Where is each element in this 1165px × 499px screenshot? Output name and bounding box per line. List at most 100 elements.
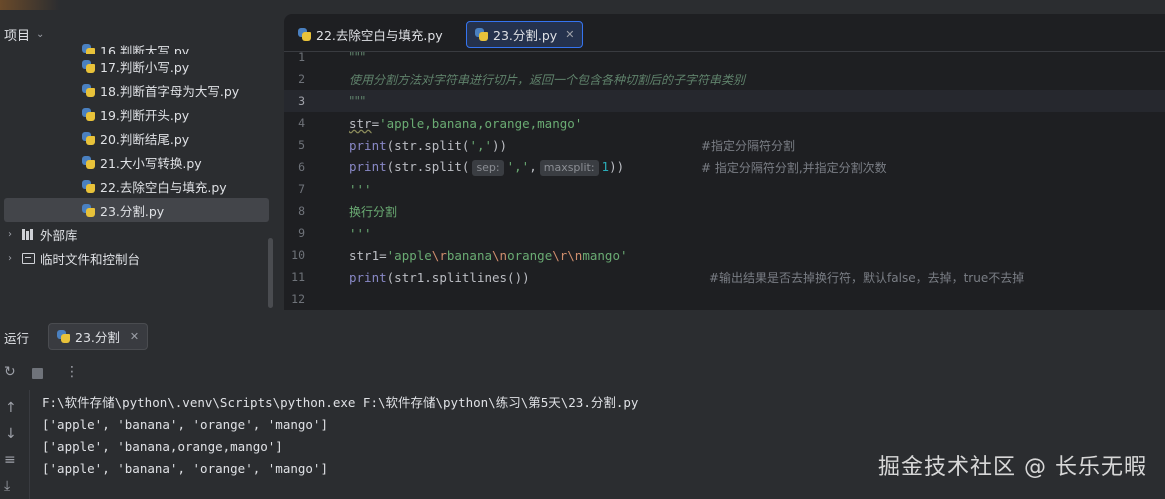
file-label: 20.判断结尾.py: [100, 131, 190, 147]
python-file-icon: [82, 107, 95, 121]
line-number: 1: [298, 52, 305, 64]
code-comment: # 指定分隔符分割,并指定分割次数: [701, 160, 887, 175]
code-text: ''': [349, 225, 372, 241]
line-number: 3: [298, 94, 305, 108]
line-number: 5: [298, 138, 305, 152]
close-icon[interactable]: ✕: [130, 330, 139, 343]
rerun-icon[interactable]: ↻: [4, 364, 16, 380]
library-icon: [22, 228, 35, 240]
code-text: """: [349, 52, 366, 64]
run-config-tab[interactable]: 23.分割 ✕: [48, 323, 149, 350]
soft-wrap-icon[interactable]: ≡: [4, 452, 16, 468]
console-line: F:\软件存储\python\.venv\Scripts\python.exe …: [42, 395, 639, 410]
code-token: )): [492, 137, 508, 153]
run-panel-header: 运行 23.分割 ✕: [0, 318, 1165, 356]
arrow-up-icon[interactable]: ↑: [5, 400, 17, 416]
code-token: str: [349, 115, 372, 131]
console-line: ['apple', 'banana', 'orange', 'mango']: [42, 417, 328, 432]
chevron-down-icon[interactable]: ⌄: [36, 29, 44, 40]
code-token: print: [349, 137, 387, 153]
watermark: 掘金技术社区 @ 长乐无暇: [878, 455, 1147, 480]
code-token: \r: [431, 247, 447, 263]
code-token: (str.split(: [386, 158, 470, 174]
line-number: 6: [298, 160, 305, 174]
tree-file-item[interactable]: 20.判断结尾.py: [0, 126, 278, 150]
code-token: ',': [506, 158, 530, 174]
line-number: 7: [298, 182, 305, 196]
code-text: """: [349, 94, 366, 108]
code-token: \n: [492, 247, 508, 263]
tab-label: 23.分割.py: [493, 28, 558, 43]
code-token: banana: [446, 247, 493, 263]
python-file-icon: [82, 179, 95, 193]
code-token: print: [349, 269, 387, 285]
code-token: (str.split(: [386, 137, 470, 153]
code-text: print(str1.splitlines()): [349, 270, 530, 285]
code-token: =: [379, 247, 387, 263]
chevron-right-icon[interactable]: ›: [8, 229, 22, 240]
project-view-selector[interactable]: 项目 ⌄: [0, 24, 44, 44]
code-line: 9 ''': [284, 222, 1165, 244]
code-line: 10 str1='apple\rbanana\norange\r\nmango': [284, 244, 1165, 266]
code-token: )): [609, 158, 625, 174]
code-text: print(str.split(sep: ',', maxsplit: 1)): [349, 159, 624, 176]
python-file-icon: [82, 131, 95, 145]
tree-file-item[interactable]: 18.判断首字母为大写.py: [0, 78, 278, 102]
project-panel: 项目 ⌄ 16.判断大写.py 17.判断小写.py 18.判断首字母为大写.p…: [0, 14, 278, 314]
run-label: 运行: [4, 330, 30, 346]
file-label: 18.判断首字母为大写.py: [100, 83, 240, 99]
code-comment: #指定分隔符分割: [701, 138, 796, 153]
tree-file-item[interactable]: 21.大小写转换.py: [0, 150, 278, 174]
tree-folder-external-libraries[interactable]: › 外部库: [0, 222, 278, 246]
folder-label: 外部库: [40, 227, 78, 243]
code-text: str='apple,banana,orange,mango': [349, 116, 582, 131]
line-number: 12: [291, 292, 305, 306]
editor-tab-bar: 22.去除空白与填充.py 23.分割.py ✕: [284, 14, 1165, 52]
tree-file-item[interactable]: 16.判断大写.py: [0, 42, 278, 54]
python-file-icon: [82, 83, 95, 97]
code-editor: 22.去除空白与填充.py 23.分割.py ✕ 1 """ 2 使用分割方法对字符…: [284, 14, 1165, 310]
code-token: str1: [349, 247, 380, 263]
tab-file-active[interactable]: 23.分割.py ✕: [466, 21, 584, 48]
code-text: str1='apple\rbanana\norange\r\nmango': [349, 248, 628, 263]
code-text: print(str.split(',')): [349, 138, 507, 153]
code-line: 7 ''': [284, 178, 1165, 200]
tab-file[interactable]: 22.去除空白与填充.py: [290, 21, 451, 48]
project-tree: 16.判断大写.py 17.判断小写.py 18.判断首字母为大写.py 19.…: [0, 42, 278, 270]
code-token: ',': [469, 137, 493, 153]
code-line: 11 print(str1.splitlines()) #输出结果是否去掉换行符，默…: [284, 266, 1165, 288]
code-line: 2 使用分割方法对字符串进行切片，返回一个包含各种切割后的子字符串类别: [284, 68, 1165, 90]
tree-file-item[interactable]: 22.去除空白与填充.py: [0, 174, 278, 198]
line-number: 2: [298, 72, 305, 86]
tree-file-item[interactable]: 17.判断小写.py: [0, 54, 278, 78]
file-label: 22.去除空白与填充.py: [100, 179, 227, 195]
code-token: mango': [582, 247, 628, 263]
file-label: 16.判断大写.py: [100, 44, 190, 54]
more-options-icon[interactable]: ⋮: [65, 364, 79, 380]
code-token: orange: [507, 247, 553, 263]
scroll-to-end-icon[interactable]: ⤓: [4, 478, 10, 494]
line-number: 9: [298, 226, 305, 240]
code-text: 使用分割方法对字符串进行切片，返回一个包含各种切割后的子字符串类别: [349, 72, 746, 87]
python-file-icon: [82, 44, 95, 54]
arrow-down-icon[interactable]: ↓: [5, 426, 17, 442]
code-text: 换行分割: [349, 204, 398, 219]
python-file-icon: [82, 203, 95, 217]
python-file-icon: [57, 330, 70, 343]
stop-icon[interactable]: [32, 368, 43, 379]
tree-file-item-selected[interactable]: 23.分割.py: [4, 198, 269, 222]
line-number: 8: [298, 204, 305, 218]
code-text: ''': [349, 181, 372, 197]
tree-file-item[interactable]: 19.判断开头.py: [0, 102, 278, 126]
folder-label: 临时文件和控制台: [40, 251, 141, 267]
code-line: 4 str='apple,banana,orange,mango': [284, 112, 1165, 134]
parameter-hint: sep:: [472, 159, 504, 176]
tree-folder-scratches[interactable]: › 临时文件和控制台: [0, 246, 278, 270]
chevron-right-icon[interactable]: ›: [8, 253, 22, 264]
python-file-icon: [82, 155, 95, 169]
code-line: 5 print(str.split(',')) #指定分隔符分割: [284, 134, 1165, 156]
project-scrollbar[interactable]: [268, 238, 273, 308]
code-area[interactable]: 1 """ 2 使用分割方法对字符串进行切片，返回一个包含各种切割后的子字符串类别 …: [284, 52, 1165, 310]
close-icon[interactable]: ✕: [565, 28, 574, 41]
file-label: 21.大小写转换.py: [100, 155, 202, 171]
